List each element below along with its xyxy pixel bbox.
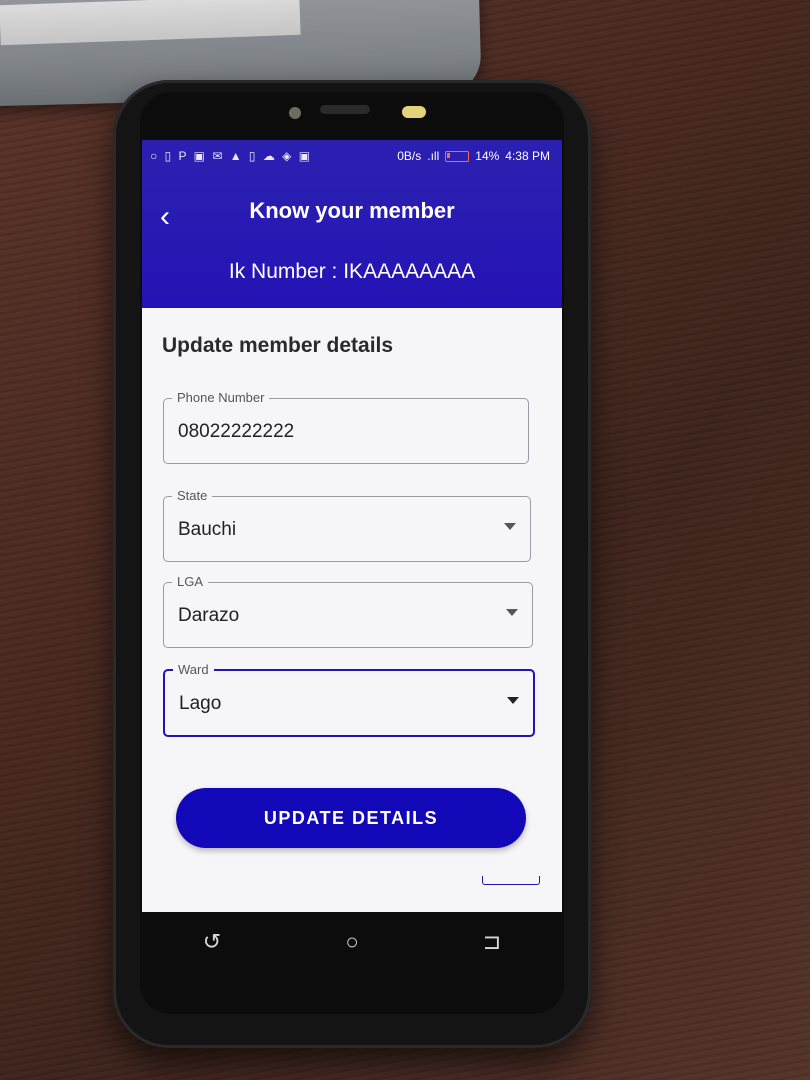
clock: 4:38 PM	[505, 149, 550, 163]
status-right: 0B/s .ıll 14% 4:38 PM	[397, 149, 550, 163]
app-bar: ‹ Know your member Ik Number : IKAAAAAAA…	[142, 172, 562, 308]
lga-label: LGA	[172, 574, 209, 589]
lga-value: Darazo	[178, 605, 240, 626]
dropdown-arrow-icon[interactable]	[507, 697, 519, 704]
dropdown-arrow-icon[interactable]	[506, 609, 518, 616]
back-nav-icon[interactable]: ⊐	[472, 929, 512, 955]
earpiece	[320, 105, 370, 114]
ward-select[interactable]: Ward Lago	[163, 662, 535, 737]
photo-scene: ○ ▯ P ▣ ✉ ▲ ▯ ☁ ◈ ▣ 0B/s .ıll 14% 4:38 P…	[0, 0, 810, 1080]
state-label: State	[172, 488, 213, 503]
status-bar: ○ ▯ P ▣ ✉ ▲ ▯ ☁ ◈ ▣ 0B/s .ıll 14% 4:38 P…	[142, 140, 562, 172]
phone-number-label: Phone Number	[172, 390, 270, 405]
battery-icon	[445, 150, 470, 162]
form-content: Update member details Phone Number 08022…	[142, 308, 562, 912]
android-nav-bar: ↺ ○ ⊐	[142, 912, 562, 972]
page-title: Know your member	[249, 198, 455, 223]
data-rate: 0B/s	[397, 149, 422, 163]
state-select[interactable]: State Bauchi	[163, 488, 531, 562]
state-value: Bauchi	[178, 519, 237, 540]
front-camera-icon	[289, 107, 301, 119]
phone-screen: ○ ▯ P ▣ ✉ ▲ ▯ ☁ ◈ ▣ 0B/s .ıll 14% 4:38 P…	[142, 140, 562, 912]
notification-icons: ○ ▯ P ▣ ✉ ▲ ▯ ☁ ◈ ▣	[150, 149, 313, 163]
ik-number: Ik Number : IKAAAAAAAA	[228, 260, 476, 283]
ward-label: Ward	[173, 662, 214, 677]
ward-value: Lago	[179, 693, 222, 714]
phone-number-value[interactable]: 08022222222	[178, 421, 294, 443]
recents-icon[interactable]: ↺	[192, 929, 232, 955]
signal-icon: .ıll	[427, 149, 440, 163]
battery-percent: 14%	[475, 149, 500, 163]
scroll-indicator	[482, 876, 540, 885]
section-title: Update member details	[162, 334, 394, 357]
dropdown-arrow-icon[interactable]	[504, 523, 516, 530]
phone-number-field[interactable]: Phone Number 08022222222	[163, 390, 529, 464]
update-details-button[interactable]: UPDATE DETAILS	[176, 788, 526, 848]
front-flash	[402, 106, 426, 118]
home-icon[interactable]: ○	[332, 929, 372, 955]
lga-select[interactable]: LGA Darazo	[163, 574, 533, 648]
